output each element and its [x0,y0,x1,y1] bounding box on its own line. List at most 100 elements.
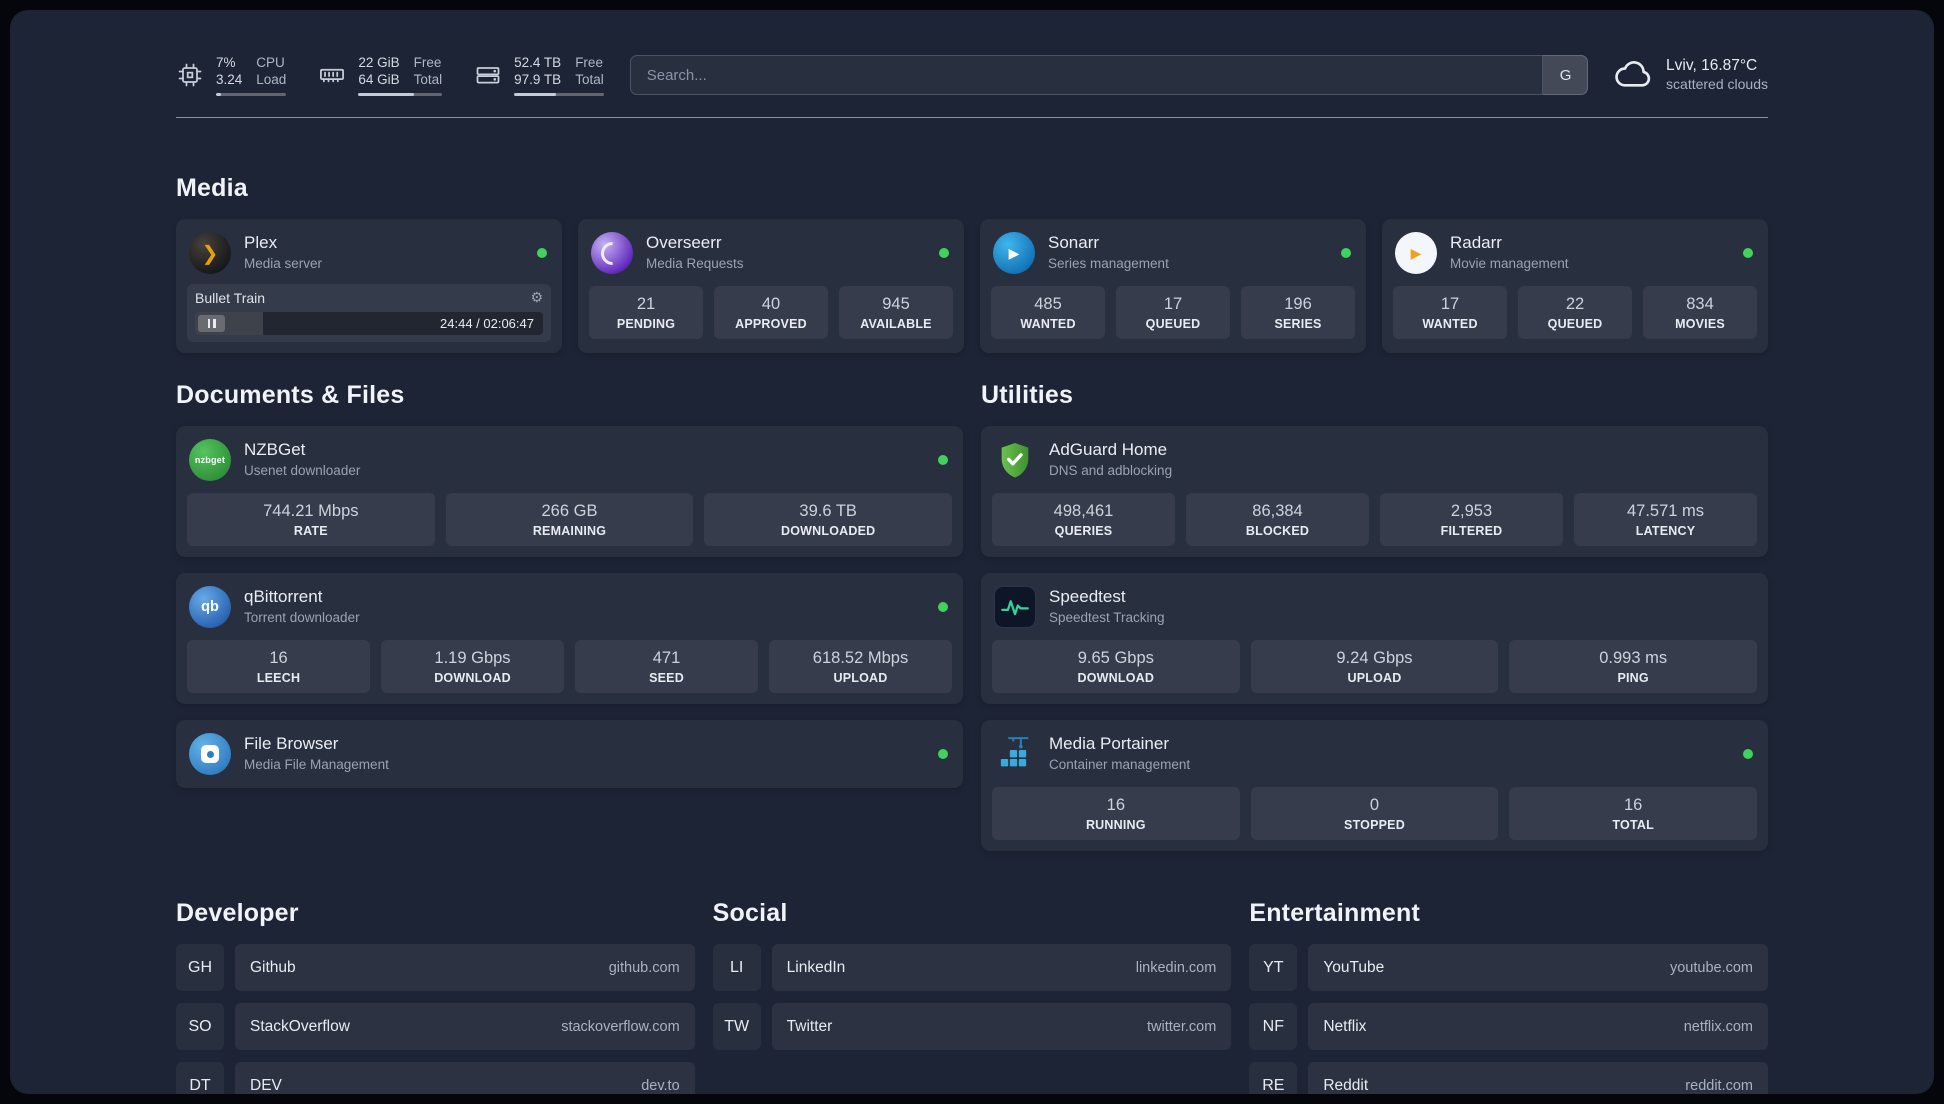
bookmark-netflix[interactable]: NF Netflix netflix.com [1249,1003,1768,1050]
cpu-progress-track [216,93,287,96]
bookmark-abbr: TW [712,1003,761,1050]
overseerr-icon [591,232,633,274]
bookmark-domain: linkedin.com [1135,959,1217,976]
memory-progress-fill [358,93,414,96]
memory-values: 22 GiB 64 GiB [358,55,400,87]
status-dot [939,248,949,258]
resource-monitors: 7% 3.24 CPU Load 22 GiB 64 GiB Free Tota… [176,54,604,96]
disk-progress-track [514,93,604,96]
memory-icon [318,61,346,89]
stat-latency: 47.571 ms LATENCY [1574,493,1757,546]
stat-filtered: 2,953 FILTERED [1380,493,1563,546]
weather-location: Lviv, 16.87°C [1666,57,1758,74]
stat-pending: 21 PENDING [589,286,703,339]
section-title-developer: Developer [176,899,299,927]
bookmark-stackoverflow[interactable]: SO StackOverflow stackoverflow.com [176,1003,695,1050]
service-subtitle: Torrent downloader [244,610,360,625]
bookmark-name: Github [250,958,296,976]
stat-blocked: 86,384 BLOCKED [1186,493,1369,546]
bookmark-domain: netflix.com [1683,1018,1753,1035]
service-card-plex[interactable]: ❯ Plex Media server Bullet Train ⚙ 24:44… [176,219,562,353]
stat-seed: 471 SEED [575,640,758,693]
portainer-crane-icon [994,733,1036,775]
bookmark-name: Reddit [1323,1076,1369,1094]
dashboard-content: 7% 3.24 CPU Load 22 GiB 64 GiB Free Tota… [10,10,1934,1094]
service-card-radarr[interactable]: ▶ Radarr Movie management 17 WANTED 22 Q… [1382,219,1768,353]
service-name: qBittorrent [244,587,323,606]
service-card-sonarr[interactable]: ▶ Sonarr Series management 485 WANTED 17… [980,219,1366,353]
stat-series: 196 SERIES [1241,286,1355,339]
sonarr-icon: ▶ [993,232,1035,274]
disk-icon [474,61,502,89]
bookmark-twitter[interactable]: TW Twitter twitter.com [712,1003,1232,1050]
section-title-documents: Documents & Files [176,381,405,409]
service-subtitle: Series management [1048,256,1169,271]
stat-remaining: 266 GB REMAINING [445,493,694,546]
qbittorrent-icon: qb [189,586,231,628]
service-subtitle: Container management [1049,757,1191,772]
service-name: Speedtest [1049,587,1126,606]
stat-leech: 16 LEECH [187,640,370,693]
service-name: Overseerr [646,233,722,252]
plex-icon: ❯ [189,232,231,274]
service-card-overseerr[interactable]: Overseerr Media Requests 21 PENDING 40 A… [578,219,964,353]
service-name: AdGuard Home [1049,440,1168,459]
service-subtitle: DNS and adblocking [1049,463,1173,478]
stat-upload: 9.24 Gbps UPLOAD [1250,640,1499,693]
bookmark-name: LinkedIn [786,958,846,976]
service-subtitle: Usenet downloader [244,463,361,478]
section-title-media: Media [176,174,248,202]
bookmark-abbr: NF [1249,1003,1298,1050]
search-provider-button[interactable]: G [1542,55,1589,95]
disk-values: 52.4 TB 97.9 TB [514,55,562,87]
cpu-progress-fill [216,93,221,96]
bookmark-domain: github.com [608,959,680,976]
service-card-qbittorrent[interactable]: qb qBittorrent Torrent downloader 16 LEE… [176,573,963,704]
search-input[interactable] [629,55,1589,95]
playback-progress-bar[interactable]: 24:44 / 02:06:47 [195,312,543,335]
status-dot [1743,749,1753,759]
stat-movies: 834 MOVIES [1643,286,1757,339]
bookmark-abbr: SO [176,1003,224,1050]
stat-queued: 22 QUEUED [1518,286,1632,339]
service-subtitle: Movie management [1450,256,1569,271]
bookmark-domain: reddit.com [1685,1077,1753,1094]
bookmark-name: YouTube [1323,958,1385,976]
bookmark-abbr: YT [1249,944,1298,991]
service-subtitle: Media File Management [244,757,389,772]
section-media: Media ❯ Plex Media server Bullet Train ⚙… [176,174,1768,353]
memory-progress-track [358,93,443,96]
bookmark-name: StackOverflow [250,1017,350,1035]
status-dot [938,749,948,759]
service-card-adguard[interactable]: AdGuard Home DNS and adblocking 498,461 … [981,426,1768,557]
cpu-icon [176,61,204,89]
bookmark-github[interactable]: GH Github github.com [176,944,695,991]
service-name: Radarr [1450,233,1502,252]
speedtest-graph-icon [994,586,1036,628]
stat-queries: 498,461 QUERIES [992,493,1175,546]
status-dot [537,248,547,258]
resource-disk: 52.4 TB 97.9 TB Free Total [474,54,604,96]
stat-available: 945 AVAILABLE [839,286,953,339]
pause-button[interactable] [198,315,225,332]
bookmark-abbr: DT [176,1062,224,1094]
bookmark-group-social: Social LI LinkedIn linkedin.com TW Twitt… [712,899,1232,1094]
stat-download: 9.65 Gbps DOWNLOAD [992,640,1240,693]
bookmark-dev[interactable]: DT DEV dev.to [176,1062,695,1094]
bookmark-youtube[interactable]: YT YouTube youtube.com [1249,944,1768,991]
top-bar: 7% 3.24 CPU Load 22 GiB 64 GiB Free Tota… [176,46,1768,104]
stat-running: 16 RUNNING [992,787,1240,840]
service-card-speedtest[interactable]: Speedtest Speedtest Tracking 9.65 Gbps D… [981,573,1768,704]
gear-icon[interactable]: ⚙ [530,289,543,306]
service-card-nzbget[interactable]: nzbget NZBGet Usenet downloader 744.21 M… [176,426,963,557]
playback-time: 24:44 / 02:06:47 [440,316,534,331]
bookmark-reddit[interactable]: RE Reddit reddit.com [1249,1062,1768,1094]
service-card-filebrowser[interactable]: File Browser Media File Management [176,720,963,788]
bookmark-linkedin[interactable]: LI LinkedIn linkedin.com [712,944,1232,991]
stat-wanted: 485 WANTED [991,286,1105,339]
memory-labels: Free Total [413,55,443,87]
stat-stopped: 0 STOPPED [1250,787,1499,840]
dashboard-window: 7% 3.24 CPU Load 22 GiB 64 GiB Free Tota… [10,10,1934,1094]
bookmark-name: DEV [250,1076,282,1094]
service-card-portainer[interactable]: Media Portainer Container management 16 … [981,720,1768,851]
